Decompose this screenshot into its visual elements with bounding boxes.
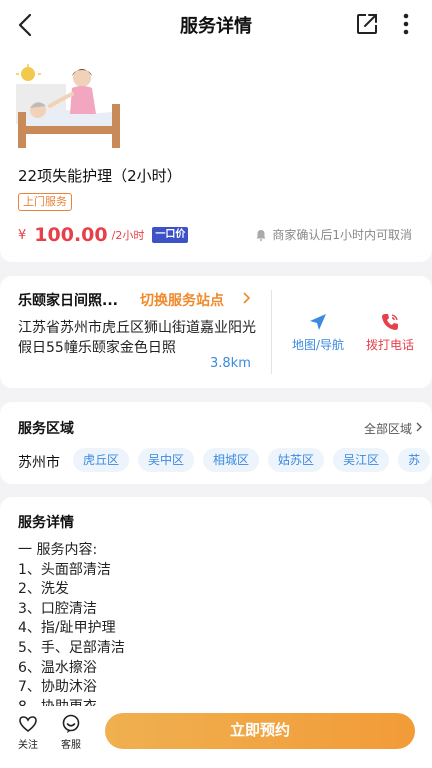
- nav-bar: 服务详情: [0, 0, 432, 50]
- service-type-tag: 上门服务: [18, 193, 72, 211]
- map-navigation-label: 地图/导航: [291, 338, 345, 352]
- share-icon[interactable]: [355, 12, 379, 36]
- bottom-action-bar: 关注 客服 立即预约: [0, 706, 432, 768]
- service-area-card: 服务区域 全部区域 苏州市 虎丘区 吴中区 相城区 姑苏区 吴江区苏: [0, 402, 432, 484]
- service-area-title: 服务区域: [18, 421, 74, 437]
- district-chip[interactable]: 吴中区: [138, 448, 195, 472]
- back-icon[interactable]: [14, 12, 38, 38]
- bell-icon: [256, 229, 266, 241]
- map-navigation-button[interactable]: 地图/导航: [283, 312, 353, 353]
- detail-line: 2、洗发: [18, 581, 69, 598]
- price-value: 100.00: [34, 224, 108, 246]
- service-summary: 22项失能护理（2小时） 上门服务 ¥ 100.00 /2小时 一口价 商家确认…: [0, 50, 432, 262]
- book-now-button[interactable]: 立即预约: [105, 713, 415, 749]
- cancel-policy-note: 商家确认后1小时内可取消: [255, 226, 412, 243]
- detail-line: 5、手、足部清洁: [18, 639, 125, 656]
- area-city: 苏州市: [18, 455, 60, 471]
- service-detail-content: 一 服务内容: 1、头面部清洁 2、洗发 3、口腔清洁 4、指/趾甲护理 5、手…: [18, 541, 418, 717]
- station-address: 江苏省苏州市虎丘区狮山街道嘉业阳光假日55幢乐颐家金色日照: [18, 320, 256, 356]
- divider: [271, 290, 272, 374]
- fixed-price-badge: 一口价: [152, 227, 189, 243]
- service-illustration: [16, 64, 122, 152]
- switch-station-link[interactable]: 切换服务站点: [140, 290, 224, 310]
- district-chip[interactable]: 虎丘区: [73, 448, 130, 472]
- phone-icon: [382, 314, 398, 330]
- price-unit: /2小时: [111, 229, 145, 242]
- service-name: 22项失能护理（2小时）: [18, 167, 182, 185]
- service-station-card: 乐颐家日间照... 切换服务站点 江苏省苏州市虎丘区狮山街道嘉业阳光假日55幢乐…: [0, 276, 432, 388]
- more-icon[interactable]: [398, 12, 414, 36]
- page-title: 服务详情: [180, 16, 252, 37]
- call-label: 拨打电话: [365, 338, 414, 352]
- detail-line: 一 服务内容:: [18, 542, 98, 558]
- district-chip[interactable]: 吴江区: [333, 448, 390, 472]
- price-row: ¥ 100.00 /2小时 一口价 商家确认后1小时内可取消: [18, 222, 418, 248]
- detail-line: 3、口腔清洁: [18, 600, 97, 617]
- navigation-icon: [310, 314, 326, 330]
- detail-line: 7、协助沐浴: [18, 679, 97, 696]
- district-chip[interactable]: 相城区: [203, 448, 260, 472]
- favorite-button[interactable]: 关注: [13, 714, 43, 751]
- station-distance: 3.8km: [210, 356, 251, 371]
- customer-service-label: 客服: [61, 740, 81, 751]
- all-areas-link[interactable]: 全部区域: [364, 420, 412, 437]
- detail-line: 6、温水擦浴: [18, 659, 97, 676]
- service-detail-title: 服务详情: [18, 515, 74, 531]
- district-chip[interactable]: 姑苏区: [268, 448, 325, 472]
- district-list: 虎丘区 吴中区 相城区 姑苏区 吴江区苏: [73, 448, 432, 474]
- detail-line: 1、头面部清洁: [18, 561, 111, 578]
- station-name: 乐颐家日间照...: [18, 293, 118, 309]
- heart-icon: [19, 716, 37, 733]
- favorite-label: 关注: [18, 740, 38, 751]
- price-currency: ¥: [18, 227, 27, 243]
- call-button[interactable]: 拨打电话: [355, 312, 425, 353]
- detail-line: 4、指/趾甲护理: [18, 620, 116, 637]
- cancel-policy-text: 商家确认后1小时内可取消: [272, 228, 412, 242]
- district-chip[interactable]: 苏: [398, 448, 431, 472]
- chevron-right-icon[interactable]: [416, 422, 422, 432]
- customer-service-button[interactable]: 客服: [56, 714, 86, 751]
- chevron-right-icon[interactable]: [242, 292, 250, 304]
- customer-service-icon: [62, 714, 80, 733]
